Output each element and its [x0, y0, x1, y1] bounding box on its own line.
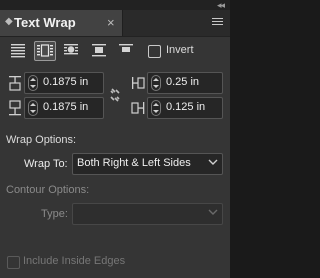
jump-object-icon	[92, 44, 106, 57]
wrap-bounding-box-button[interactable]	[34, 41, 56, 61]
wrap-around-bounding-box-icon	[37, 44, 53, 57]
invert-checkbox[interactable]	[148, 45, 161, 58]
jump-object-button[interactable]	[89, 41, 109, 59]
wrap-around-object-shape-icon	[64, 44, 78, 55]
contour-options-heading: Contour Options:	[6, 184, 90, 196]
tab-expand-icon[interactable]: ◆	[5, 16, 13, 27]
wrap-options-heading: Wrap Options:	[6, 134, 77, 146]
panel-top-strip: ◂◂	[0, 0, 230, 10]
bottom-offset-value: 0.1875 in	[43, 101, 89, 113]
jump-to-next-column-button[interactable]	[116, 41, 136, 59]
bottom-offset-field[interactable]: 0.1875 in	[24, 97, 104, 119]
top-offset-value: 0.1875 in	[43, 76, 89, 88]
left-offset-icon	[132, 77, 145, 89]
left-offset-value: 0.25 in	[166, 76, 200, 88]
close-tab-icon[interactable]: ×	[107, 15, 115, 30]
no-text-wrap-icon	[11, 44, 25, 58]
bottom-offset-icon	[9, 100, 21, 116]
wrap-to-label: Wrap To:	[24, 158, 68, 170]
type-label: Type:	[41, 208, 68, 220]
invert-label: Invert	[166, 44, 194, 56]
collapse-panel-icon[interactable]: ◂◂	[217, 0, 225, 10]
wrap-object-shape-button[interactable]	[61, 41, 81, 59]
chevron-down-icon	[208, 209, 218, 215]
wrap-to-select[interactable]: Both Right & Left Sides	[72, 153, 223, 175]
left-offset-field[interactable]: 0.25 in	[147, 72, 223, 94]
panel-menu-icon[interactable]	[212, 18, 223, 26]
chevron-down-icon	[208, 159, 218, 165]
bottom-offset-stepper[interactable]	[28, 100, 38, 116]
no-text-wrap-button[interactable]	[8, 41, 28, 59]
right-offset-icon	[131, 102, 145, 114]
left-offset-stepper[interactable]	[151, 75, 161, 91]
contour-type-select[interactable]	[72, 203, 223, 225]
wrap-to-value: Both Right & Left Sides	[77, 157, 191, 169]
right-offset-stepper[interactable]	[151, 100, 161, 116]
jump-to-next-column-icon	[119, 44, 133, 52]
top-offset-stepper[interactable]	[28, 75, 38, 91]
include-inside-edges-label: Include Inside Edges	[23, 255, 126, 267]
tab-text-wrap[interactable]: ◆ Text Wrap ×	[0, 10, 123, 36]
panel-tab-bar: ◆ Text Wrap ×	[0, 10, 230, 37]
top-offset-icon	[9, 76, 21, 91]
right-offset-value: 0.125 in	[166, 101, 206, 113]
top-offset-field[interactable]: 0.1875 in	[24, 72, 104, 94]
include-inside-edges-checkbox[interactable]	[7, 256, 20, 269]
text-wrap-panel: ◂◂ ◆ Text Wrap × Invert 0.1875 in 0.1875…	[0, 0, 230, 278]
link-offsets-icon[interactable]	[109, 88, 121, 102]
panel-title: Text Wrap	[14, 15, 76, 30]
right-offset-field[interactable]: 0.125 in	[147, 97, 223, 119]
